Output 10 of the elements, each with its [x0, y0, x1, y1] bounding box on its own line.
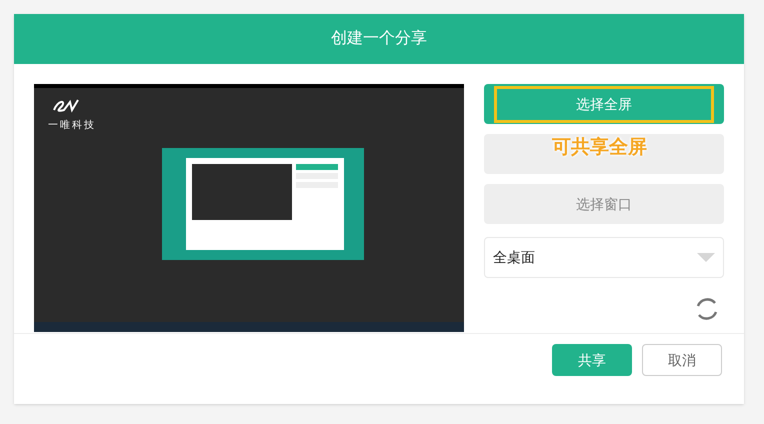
mode-button[interactable]: 选择窗口 — [484, 184, 724, 224]
screen-select[interactable]: 全桌面 — [484, 237, 724, 278]
cancel-button[interactable]: 取消 — [642, 344, 722, 376]
refresh-icon[interactable] — [694, 296, 720, 322]
ev-logo-icon — [52, 98, 80, 114]
annotation-text: 可共享全屏 — [552, 136, 647, 160]
dialog-title: 创建一个分享 — [331, 28, 427, 49]
logo-text: 一唯科技 — [48, 118, 96, 133]
dropdown-caret-icon — [697, 253, 715, 262]
share-button[interactable]: 共享 — [552, 344, 632, 376]
